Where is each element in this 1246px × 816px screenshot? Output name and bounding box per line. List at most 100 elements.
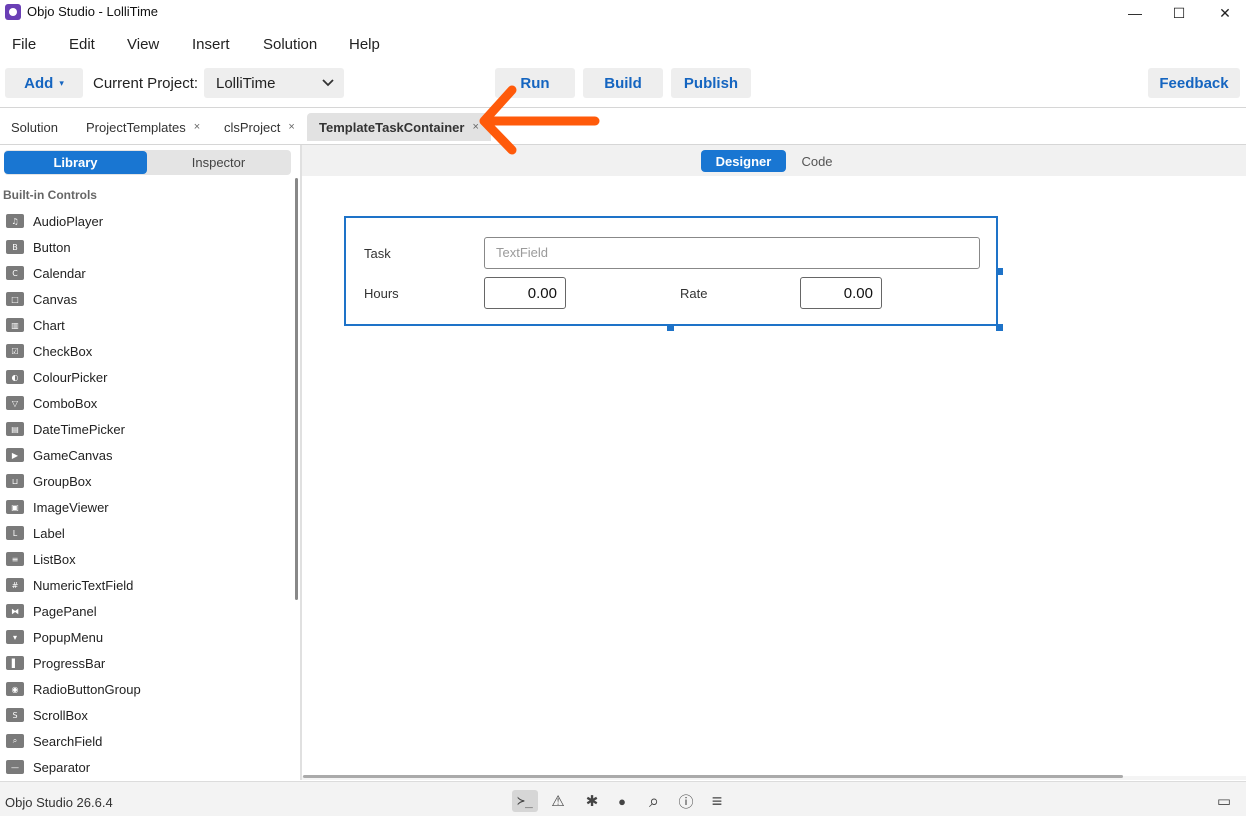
info-icon[interactable]: ⓘ	[673, 790, 699, 812]
library-item-colourpicker[interactable]: ◐ ColourPicker	[6, 364, 107, 390]
datetimepicker-icon: ▤	[6, 422, 24, 436]
library-item-combobox[interactable]: ▽ ComboBox	[6, 390, 97, 416]
library-item-imageviewer[interactable]: ▣ ImageViewer	[6, 494, 109, 520]
close-window-button[interactable]: ✕	[1202, 0, 1246, 26]
add-button[interactable]: Add ▾	[5, 68, 83, 98]
resize-handle-right[interactable]	[996, 268, 1003, 275]
maximize-button[interactable]: ☐	[1156, 0, 1202, 26]
searchfield-icon: ⌕	[6, 734, 24, 748]
canvas-horizontal-scrollbar[interactable]	[303, 775, 1123, 778]
library-item-label: SearchField	[33, 733, 103, 749]
library-item-label: CheckBox	[33, 343, 93, 359]
tab-templatetaskcontainer[interactable]: TemplateTaskContainer ×	[307, 113, 491, 141]
close-tab-icon[interactable]: ×	[288, 121, 294, 133]
close-tab-icon[interactable]: ×	[194, 121, 200, 133]
separator-icon: —	[6, 760, 24, 774]
menu-insert[interactable]: Insert	[192, 36, 230, 53]
library-item-pagepanel[interactable]: ⧓ PagePanel	[6, 598, 97, 624]
imageviewer-icon: ▣	[6, 500, 24, 514]
resize-handle-bottom[interactable]	[667, 324, 674, 331]
designer-tab-button[interactable]: Designer	[701, 150, 786, 172]
title-bar: Objo Studio - LolliTime — ☐ ✕	[0, 0, 1246, 26]
numerictextfield-icon: #	[6, 578, 24, 592]
menu-edit[interactable]: Edit	[69, 36, 95, 53]
combobox-icon: ▽	[6, 396, 24, 410]
hours-label: Hours	[364, 286, 399, 301]
feedback-button[interactable]: Feedback	[1148, 68, 1240, 98]
checkbox-icon: ☑	[6, 344, 24, 358]
library-item-radiobuttongroup[interactable]: ◉ RadioButtonGroup	[6, 676, 141, 702]
tab-label: ProjectTemplates	[86, 119, 186, 135]
library-item-canvas[interactable]: □ Canvas	[6, 286, 77, 312]
library-item-label: ComboBox	[33, 395, 98, 411]
menu-file[interactable]: File	[12, 36, 36, 53]
colourpicker-icon: ◐	[6, 370, 24, 384]
project-select[interactable]: LolliTime	[204, 68, 344, 98]
tab-projecttemplates[interactable]: ProjectTemplates ×	[86, 113, 200, 141]
inspector-tab[interactable]: Inspector	[147, 151, 290, 174]
record-icon[interactable]: ●	[609, 790, 635, 812]
library-item-checkbox[interactable]: ☑ CheckBox	[6, 338, 92, 364]
menu-view[interactable]: View	[127, 36, 159, 53]
minimize-button[interactable]: —	[1112, 0, 1158, 26]
resize-handle-corner[interactable]	[996, 324, 1003, 331]
tab-clsproject[interactable]: clsProject ×	[224, 113, 295, 141]
library-item-label: RadioButtonGroup	[33, 681, 141, 697]
library-item-label: PopupMenu	[33, 629, 104, 645]
list-icon[interactable]: ≡	[704, 790, 730, 812]
scrollbox-icon: S	[6, 708, 24, 722]
library-item-label: NumericTextField	[33, 577, 134, 593]
task-text-field[interactable]: TextField	[484, 237, 980, 269]
library-item-chart[interactable]: ▥ Chart	[6, 312, 65, 338]
progressbar-icon: ▌	[6, 656, 24, 670]
task-label: Task	[364, 246, 391, 261]
library-item-groupbox[interactable]: ⊔ GroupBox	[6, 468, 92, 494]
audioplayer-icon: ♫	[6, 214, 24, 228]
library-item-label: GameCanvas	[33, 447, 113, 463]
chat-icon[interactable]: ▭	[1211, 790, 1237, 812]
library-item-gamecanvas[interactable]: ▶ GameCanvas	[6, 442, 112, 468]
code-tab-button[interactable]: Code	[786, 150, 848, 172]
library-item-calendar[interactable]: C Calendar	[6, 260, 86, 286]
tab-solution[interactable]: Solution	[11, 113, 58, 141]
task-placeholder: TextField	[496, 245, 549, 260]
terminal-icon[interactable]: ≻_	[512, 790, 538, 812]
hours-field[interactable]: 0.00	[484, 277, 566, 309]
library-item-label[interactable]: L Label	[6, 520, 65, 546]
tab-label: clsProject	[224, 119, 281, 135]
library-item-label: ScrollBox	[33, 707, 88, 723]
library-item-label: PagePanel	[33, 603, 97, 619]
listbox-icon: ≡	[6, 552, 24, 566]
rate-label: Rate	[680, 286, 708, 301]
rate-field[interactable]: 0.00	[800, 277, 882, 309]
add-caret-icon: ▾	[59, 77, 64, 88]
library-item-label: AudioPlayer	[33, 213, 104, 229]
popupmenu-icon: ▾	[6, 630, 24, 644]
library-item-progressbar[interactable]: ▌ ProgressBar	[6, 650, 105, 676]
search-icon[interactable]: ⌕	[641, 790, 667, 812]
current-project-label: Current Project:	[93, 75, 199, 92]
library-item-popupmenu[interactable]: ▾ PopupMenu	[6, 624, 103, 650]
add-label: Add	[24, 74, 54, 92]
template-task-container[interactable]	[344, 216, 998, 326]
library-item-audioplayer[interactable]: ♫ AudioPlayer	[6, 208, 103, 234]
bug-icon[interactable]: ✱	[579, 790, 605, 812]
publish-button[interactable]: Publish	[671, 68, 751, 98]
built-in-controls-header: Built-in Controls	[3, 188, 97, 202]
groupbox-icon: ⊔	[6, 474, 24, 488]
library-item-searchfield[interactable]: ⌕ SearchField	[6, 728, 102, 754]
menu-solution[interactable]: Solution	[263, 36, 317, 53]
library-item-button[interactable]: B Button	[6, 234, 71, 260]
library-scrollbar[interactable]	[295, 178, 298, 600]
library-item-listbox[interactable]: ≡ ListBox	[6, 546, 76, 572]
library-item-datetimepicker[interactable]: ▤ DateTimePicker	[6, 416, 125, 442]
chevron-down-icon	[321, 73, 335, 96]
window-title: Objo Studio - LolliTime	[27, 4, 159, 19]
library-item-separator[interactable]: — Separator	[6, 754, 90, 780]
library-item-label: Chart	[33, 317, 65, 333]
library-tab[interactable]: Library	[4, 151, 147, 174]
warning-icon[interactable]: ⚠	[545, 790, 571, 812]
menu-help[interactable]: Help	[349, 36, 380, 53]
library-item-scrollbox[interactable]: S ScrollBox	[6, 702, 88, 728]
library-item-numerictextfield[interactable]: # NumericTextField	[6, 572, 133, 598]
